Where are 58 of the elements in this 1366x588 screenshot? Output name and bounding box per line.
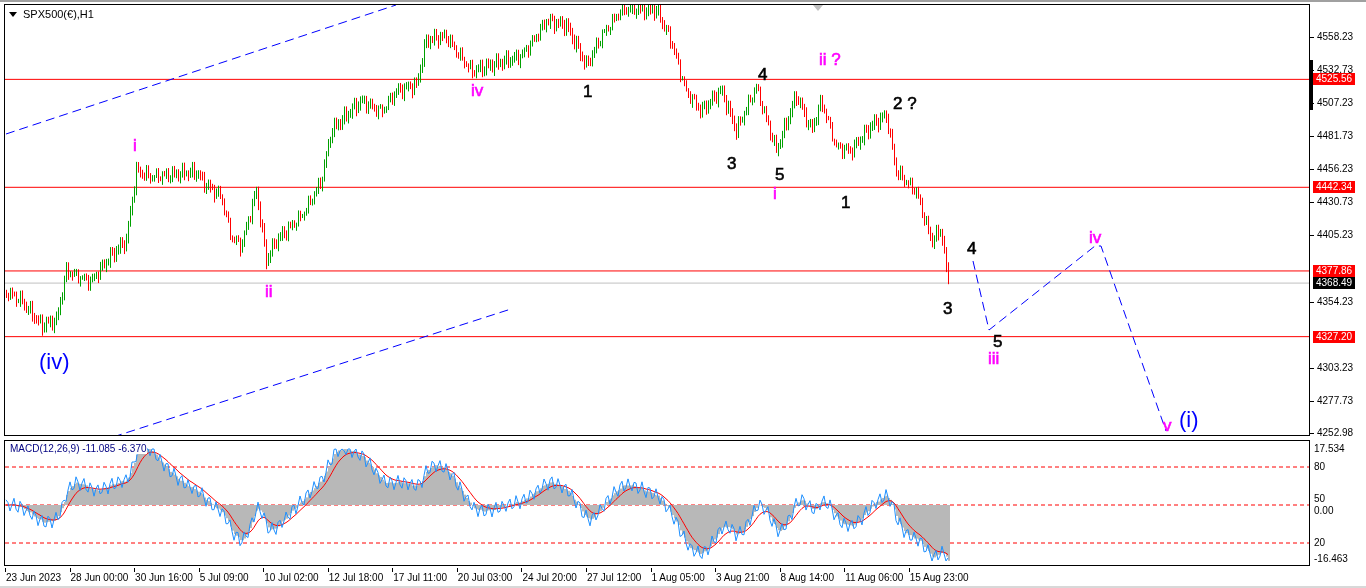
time-axis-label: 11 Aug 06:00 — [845, 573, 904, 583]
macd-axis-label: 50 — [1314, 494, 1326, 504]
wave-label: (iv) — [39, 351, 70, 373]
time-axis-label: 5 Jul 09:00 — [199, 573, 249, 583]
chart-title: SPX500(€),H1 — [23, 9, 94, 20]
time-axis-label: 3 Aug 21:00 — [716, 573, 770, 583]
price-axis-label: 4430.73 — [1317, 197, 1354, 208]
wave-label: i — [133, 137, 137, 154]
price-axis-label: 4481.73 — [1317, 131, 1354, 142]
macd-axis-label: 80 — [1314, 462, 1326, 472]
macd-axis-label: -16.463 — [1314, 554, 1348, 564]
wave-label: 1 — [841, 194, 851, 211]
price-axis-label: 4507.23 — [1317, 98, 1354, 109]
time-axis-label: 30 Jun 16:00 — [135, 573, 193, 583]
time-axis-label: 27 Jul 12:00 — [586, 573, 642, 583]
time-axis-label: 15 Aug 23:00 — [909, 573, 969, 583]
wave-label: v — [1163, 417, 1172, 434]
macd-legend: MACD(12,26,9) -11.085 -6.370 — [10, 444, 147, 454]
wave-label: iii — [988, 350, 1000, 367]
wave-label: ii — [265, 283, 273, 300]
wave-label: 5 — [775, 166, 785, 183]
time-axis-label: 24 Jul 20:00 — [522, 573, 577, 583]
time-axis-label: 23 Jun 2023 — [6, 573, 62, 583]
macd-axis-label: 20 — [1314, 538, 1326, 548]
price-level-tag: 4442.34 — [1313, 181, 1356, 194]
price-axis-label: 4405.23 — [1317, 230, 1354, 241]
wave-label: iv — [1089, 229, 1102, 246]
price-axis-label: 4532.73 — [1317, 65, 1354, 76]
time-axis-label: 12 Jul 18:00 — [328, 573, 384, 583]
macd-axis-label: 0.00 — [1314, 506, 1334, 516]
wave-label: 4 — [967, 240, 977, 257]
wave-label: 1 — [583, 83, 593, 100]
time-axis-label: 28 Jun 00:00 — [70, 573, 129, 583]
price-axis-label: 4558.23 — [1317, 32, 1354, 42]
price-level-tag: 4327.20 — [1313, 330, 1356, 343]
time-axis-label: 10 Jul 02:00 — [264, 573, 319, 583]
wave-label: i — [773, 185, 777, 202]
macd-axis-label: 17.534 — [1314, 444, 1345, 454]
wave-label: 3 — [943, 300, 953, 317]
wave-label: 2 ? — [893, 95, 917, 112]
dropdown-icon[interactable] — [9, 12, 17, 17]
time-axis-label: 1 Aug 05:00 — [651, 573, 705, 583]
wave-label: 3 — [727, 155, 737, 172]
price-axis-label: 4252.98 — [1317, 427, 1354, 438]
price-axis-label: 4456.23 — [1317, 164, 1354, 175]
time-axis-label: 8 Aug 14:00 — [780, 573, 834, 583]
price-axis-label: 4354.23 — [1317, 296, 1354, 307]
price-axis-label: 4277.73 — [1317, 395, 1354, 406]
price-axis-label: 4303.23 — [1317, 362, 1354, 373]
wave-label: iv — [471, 82, 484, 99]
price-level-tag: 4377.86 — [1313, 264, 1356, 277]
wave-label: (i) — [1179, 409, 1199, 431]
time-axis-label: 20 Jul 03:00 — [457, 573, 513, 583]
time-axis-label: 17 Jul 11:00 — [393, 573, 448, 583]
wave-label: ii ? — [819, 51, 841, 68]
wave-label: 5 — [993, 333, 1003, 350]
price-level-tag: 4525.56 — [1313, 73, 1356, 86]
price-level-tag: 4368.49 — [1313, 277, 1356, 290]
